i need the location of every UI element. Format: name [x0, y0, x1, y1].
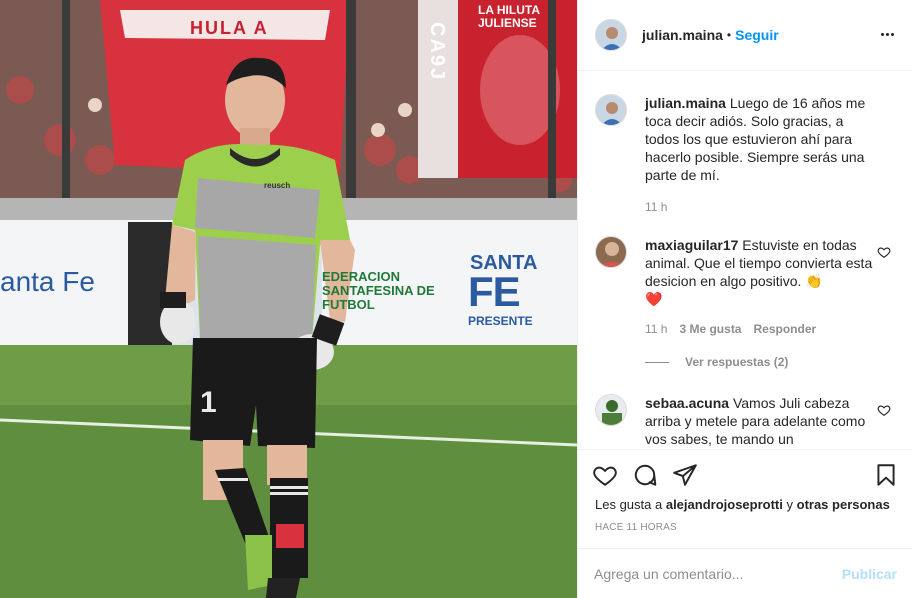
avatar-image	[596, 95, 626, 125]
publish-button[interactable]: Publicar	[842, 566, 897, 582]
banner-text-hula: HULA A	[190, 18, 269, 38]
post-header: julian.maina • Seguir	[578, 0, 912, 71]
comment-meta: 11 h 3 Me gusta Responder	[645, 320, 873, 338]
comment-item: sebaa.acuna Vamos Juli cabeza arriba y m…	[595, 394, 895, 448]
replies-divider	[645, 361, 669, 363]
likes-summary: Les gusta a alejandrojoseprotti y otras …	[595, 497, 890, 512]
likes-others-link[interactable]: otras personas	[797, 497, 890, 512]
more-options-icon[interactable]	[877, 24, 897, 44]
likes-user-link[interactable]: alejandrojoseprotti	[666, 497, 783, 512]
share-icon[interactable]	[672, 462, 698, 488]
avatar-image	[596, 395, 626, 425]
comment-username[interactable]: maxiaguilar17	[645, 237, 738, 253]
caption-time[interactable]: 11 h	[645, 198, 667, 216]
follow-button[interactable]: Seguir	[735, 27, 779, 43]
board-presente: PRESENTE	[468, 314, 533, 328]
comment-likes[interactable]: 3 Me gusta	[679, 320, 741, 338]
comment-body: sebaa.acuna Vamos Juli cabeza arriba y m…	[645, 394, 873, 448]
comment-username[interactable]: sebaa.acuna	[645, 395, 729, 411]
post-actions: Les gusta a alejandrojoseprotti y otras …	[578, 449, 912, 549]
comments-list[interactable]: julian.maina Luego de 16 años me toca de…	[578, 72, 912, 448]
board-fe: FE	[468, 268, 521, 315]
kit-brand: reusch	[264, 181, 291, 190]
bookmark-icon[interactable]	[873, 462, 899, 488]
heart-icon[interactable]	[592, 462, 618, 488]
comment-emoji: ❤️	[645, 291, 663, 307]
comment-time[interactable]: 11 h	[645, 320, 667, 338]
board-federacion: EDERACION SANTAFESINA DE FUTBOL	[322, 269, 435, 312]
caption-meta: 11 h	[645, 198, 873, 216]
post-photo[interactable]: HULA A CA9J LA HILUTA JULIENSE anta Fe E…	[0, 0, 577, 598]
header-username[interactable]: julian.maina	[642, 27, 723, 43]
reply-button[interactable]: Responder	[753, 320, 816, 338]
comment-icon[interactable]	[632, 462, 658, 488]
caption-username[interactable]: julian.maina	[645, 95, 726, 111]
comment-item: maxiaguilar17 Estuviste en todas animal.…	[595, 236, 895, 338]
caption: julian.maina Luego de 16 años me toca de…	[595, 94, 895, 216]
avatar[interactable]	[595, 394, 627, 426]
board-santa-fe: anta Fe	[0, 266, 95, 297]
avatar[interactable]	[595, 236, 627, 268]
post-timestamp[interactable]: HACE 11 HORAS	[595, 522, 677, 533]
avatar[interactable]	[595, 19, 627, 51]
like-comment-heart-icon[interactable]	[877, 403, 891, 417]
comment-body: maxiaguilar17 Estuviste en todas animal.…	[645, 236, 873, 338]
banner-text-ca9j: CA9J	[426, 22, 448, 82]
banner-text-hiluta: LA HILUTA JULIENSE	[478, 3, 540, 30]
likes-prefix: Les gusta a	[595, 497, 663, 512]
kit-number: 1	[200, 386, 217, 419]
header-separator: •	[726, 28, 732, 42]
comment-input[interactable]	[594, 565, 824, 582]
post-sidebar: julian.maina • Seguir julian.maina Luego…	[577, 0, 912, 598]
avatar-image	[596, 237, 626, 267]
add-comment-bar: Publicar	[578, 548, 912, 598]
caption-body: julian.maina Luego de 16 años me toca de…	[645, 94, 873, 216]
view-replies-button[interactable]: Ver respuestas (2)	[645, 355, 788, 369]
avatar[interactable]	[595, 94, 627, 126]
likes-connector: y	[786, 497, 794, 512]
avatar-image	[596, 20, 626, 50]
instagram-post: HULA A CA9J LA HILUTA JULIENSE anta Fe E…	[0, 0, 912, 598]
view-replies-label: Ver respuestas (2)	[685, 355, 789, 369]
like-comment-heart-icon[interactable]	[877, 245, 891, 259]
